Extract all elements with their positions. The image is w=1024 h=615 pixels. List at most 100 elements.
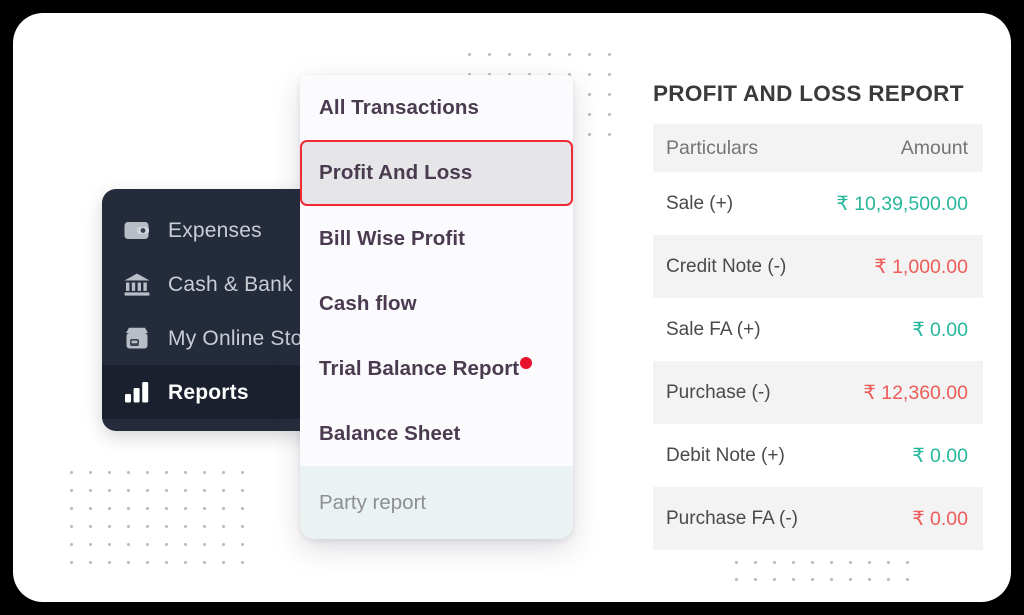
decorative-dot	[608, 133, 611, 136]
report-title: PROFIT AND LOSS REPORT	[653, 81, 964, 106]
table-row: Debit Note (+) ₹ 0.00	[653, 424, 983, 487]
decorative-dot	[735, 561, 738, 564]
decorative-dot	[203, 507, 206, 510]
decorative-dot	[108, 561, 111, 564]
dropdown-item-all-transactions[interactable]: All Transactions	[300, 75, 573, 140]
decorative-dot	[241, 525, 244, 528]
decorative-dot	[146, 507, 149, 510]
decorative-dot	[528, 53, 531, 56]
decorative-dot	[70, 471, 73, 474]
decorative-dot	[811, 561, 814, 564]
sidebar-item-label: Cash & Bank	[168, 272, 293, 296]
decorative-dot	[608, 73, 611, 76]
decorative-dot	[849, 578, 852, 581]
row-particulars: Credit Note (-)	[666, 255, 787, 277]
app-canvas: Expenses Cash & Bank My Online Store Report…	[13, 13, 1011, 602]
row-amount: ₹ 10,39,500.00	[836, 192, 968, 215]
sidebar-item-label: Reports	[168, 380, 249, 404]
dropdown-footer-party-report[interactable]: Party report	[300, 466, 573, 539]
decorative-dot	[108, 525, 111, 528]
row-amount: ₹ 1,000.00	[874, 255, 968, 278]
decorative-dot	[203, 543, 206, 546]
decorative-dot	[222, 471, 225, 474]
decorative-dot	[241, 471, 244, 474]
decorative-dot	[608, 93, 611, 96]
row-amount: ₹ 0.00	[912, 318, 968, 341]
dropdown-item-trial-balance-report[interactable]: Trial Balance Report	[300, 336, 573, 401]
decorative-dot	[773, 561, 776, 564]
table-row: Sale (+) ₹ 10,39,500.00	[653, 172, 983, 235]
row-particulars: Debit Note (+)	[666, 444, 785, 466]
decorative-dot	[222, 489, 225, 492]
decorative-dot	[203, 471, 206, 474]
dropdown-item-label: Balance Sheet	[319, 421, 461, 445]
decorative-dot	[203, 489, 206, 492]
decorative-dot	[108, 543, 111, 546]
row-particulars: Purchase (-)	[666, 381, 771, 403]
decorative-dot	[89, 507, 92, 510]
dropdown-item-bill-wise-profit[interactable]: Bill Wise Profit	[300, 206, 573, 271]
decorative-dot	[868, 561, 871, 564]
dot-grid-bottom-left	[70, 471, 260, 579]
decorative-dot	[89, 525, 92, 528]
decorative-dot	[241, 489, 244, 492]
decorative-dot	[222, 507, 225, 510]
decorative-dot	[568, 53, 571, 56]
decorative-dot	[906, 561, 909, 564]
decorative-dot	[588, 73, 591, 76]
decorative-dot	[165, 489, 168, 492]
dropdown-item-balance-sheet[interactable]: Balance Sheet	[300, 401, 573, 466]
decorative-dot	[508, 53, 511, 56]
dropdown-item-label: All Transactions	[319, 95, 479, 119]
table-row: Sale FA (+) ₹ 0.00	[653, 298, 983, 361]
decorative-dot	[608, 53, 611, 56]
decorative-dot	[146, 543, 149, 546]
profit-and-loss-report-panel: PROFIT AND LOSS REPORT Particulars Amount…	[653, 81, 983, 550]
decorative-dot	[241, 507, 244, 510]
decorative-dot	[89, 489, 92, 492]
table-header-row: Particulars Amount	[653, 124, 983, 172]
decorative-dot	[108, 489, 111, 492]
decorative-dot	[127, 471, 130, 474]
dropdown-item-profit-and-loss[interactable]: Profit And Loss	[300, 140, 573, 206]
dropdown-item-cash-flow[interactable]: Cash flow	[300, 271, 573, 336]
decorative-dot	[588, 93, 591, 96]
row-amount: ₹ 0.00	[912, 444, 968, 467]
decorative-dot	[70, 525, 73, 528]
decorative-dot	[588, 53, 591, 56]
row-particulars: Sale (+)	[666, 192, 734, 214]
decorative-dot	[89, 543, 92, 546]
decorative-dot	[184, 525, 187, 528]
dot-grid-bottom-center	[735, 561, 925, 595]
dropdown-item-label: Profit And Loss	[319, 161, 473, 184]
decorative-dot	[165, 507, 168, 510]
decorative-dot	[830, 561, 833, 564]
decorative-dot	[108, 471, 111, 474]
row-amount: ₹ 12,360.00	[863, 381, 968, 404]
decorative-dot	[868, 578, 871, 581]
decorative-dot	[811, 578, 814, 581]
decorative-dot	[165, 525, 168, 528]
decorative-dot	[222, 561, 225, 564]
column-header-amount: Amount	[900, 136, 968, 159]
decorative-dot	[70, 561, 73, 564]
table-row: Purchase FA (-) ₹ 0.00	[653, 487, 983, 550]
dropdown-item-list: All Transactions Profit And Loss Bill Wise…	[300, 75, 573, 466]
decorative-dot	[165, 561, 168, 564]
sidebar-item-label: Expenses	[168, 218, 262, 242]
reports-dropdown-menu: All Transactions Profit And Loss Bill Wise…	[300, 75, 573, 539]
decorative-dot	[222, 543, 225, 546]
decorative-dot	[830, 578, 833, 581]
table-row: Purchase (-) ₹ 12,360.00	[653, 361, 983, 424]
decorative-dot	[849, 561, 852, 564]
decorative-dot	[241, 543, 244, 546]
decorative-dot	[127, 525, 130, 528]
decorative-dot	[127, 507, 130, 510]
decorative-dot	[184, 489, 187, 492]
decorative-dot	[70, 543, 73, 546]
notification-dot-icon	[520, 357, 533, 369]
decorative-dot	[468, 53, 471, 56]
decorative-dot	[203, 561, 206, 564]
decorative-dot	[792, 561, 795, 564]
decorative-dot	[792, 578, 795, 581]
